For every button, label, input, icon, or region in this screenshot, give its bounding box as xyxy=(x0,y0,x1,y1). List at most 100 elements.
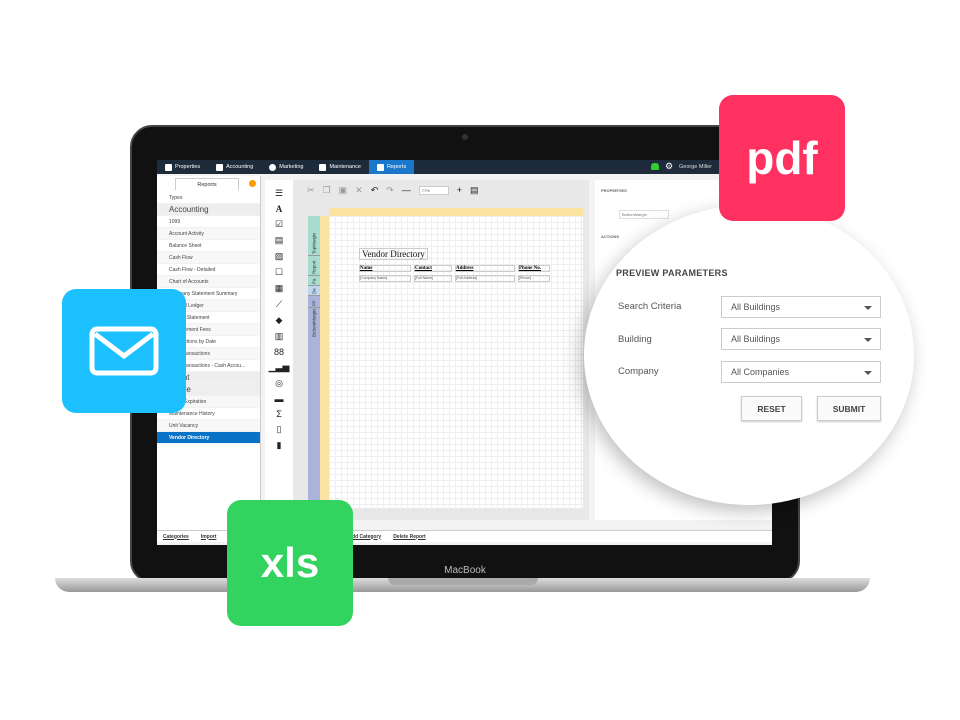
nav-marketing[interactable]: Marketing xyxy=(261,160,311,174)
data-field[interactable]: [Full Address] xyxy=(455,275,515,282)
undo-icon[interactable]: ↶ xyxy=(371,185,379,196)
band-page-footer[interactable]: PF xyxy=(308,296,320,308)
report-category[interactable]: Accounting xyxy=(157,204,260,216)
shape-tool-icon[interactable]: ◆ xyxy=(276,315,283,326)
report-designer: ☰ A ☑ ▤ ▨ ☐ ▦ ⟋ ◆ ▥ 88 ▁▃▅ ◎ ▬ Σ ▯ ▮ ✂ ❐… xyxy=(265,180,589,520)
digits-tool-icon[interactable]: 88 xyxy=(274,347,284,357)
email-export-badge[interactable] xyxy=(62,289,186,413)
nav-maintenance[interactable]: Maintenance xyxy=(311,160,369,174)
delete-report-link[interactable]: Delete Report xyxy=(393,534,426,540)
report-list-item[interactable]: Account Activity xyxy=(157,228,260,240)
band-page-header[interactable]: Pa xyxy=(308,276,320,286)
gauge-tool-icon[interactable]: ◎ xyxy=(275,378,283,389)
select-value: All Buildings xyxy=(731,302,781,312)
categories-link[interactable]: Categories xyxy=(163,534,189,540)
add-category-link[interactable]: Add Category xyxy=(348,534,381,540)
chevron-down-icon xyxy=(864,306,872,310)
label-tool-icon[interactable]: A xyxy=(276,204,283,214)
column-header[interactable]: Contact xyxy=(414,265,452,272)
band-report-header[interactable]: Report xyxy=(308,256,320,276)
band-labels: TopMargin Report Pa De PF BottomMargin xyxy=(308,216,320,520)
redo-icon[interactable]: ↷ xyxy=(386,185,394,196)
laptop-brand: MacBook xyxy=(444,565,486,576)
building-select[interactable]: All Buildings xyxy=(721,328,881,350)
picture-tool-icon[interactable]: ▨ xyxy=(275,251,284,262)
pdf-export-badge[interactable]: pdf xyxy=(719,95,845,221)
nav-reports[interactable]: Reports xyxy=(368,160,415,174)
report-list-item[interactable]: Vendor Directory xyxy=(157,432,260,444)
pdf-label: pdf xyxy=(746,132,818,184)
report-title[interactable]: Vendor Directory xyxy=(359,248,428,260)
sparkline-tool-icon[interactable]: ▬ xyxy=(275,394,284,404)
report-page[interactable]: Vendor Directory Name Contact Address Ph… xyxy=(329,216,583,508)
chart-tool-icon[interactable]: ▁▃▅ xyxy=(269,362,290,373)
report-list-item[interactable]: Chart of Accounts xyxy=(157,276,260,288)
selected-element-field[interactable]: BottomMargin xyxy=(619,210,669,219)
tools-icon xyxy=(319,163,327,171)
data-field[interactable]: [Phone] xyxy=(518,275,550,282)
import-link[interactable]: Import xyxy=(201,534,217,540)
data-field[interactable]: [Company Name] xyxy=(359,275,411,282)
globe-icon xyxy=(269,163,277,171)
laptop-notch xyxy=(388,578,538,585)
nav-label: Properties xyxy=(175,164,201,170)
table-tool-icon[interactable]: ▦ xyxy=(275,283,284,294)
zoom-select[interactable]: 77% xyxy=(418,185,449,195)
designer-toolbar: ✂ ❐ ▣ ✕ ↶ ↷ — 77% + ▤ xyxy=(297,180,589,200)
report-list-item[interactable]: Unit Vacancy xyxy=(157,420,260,432)
gear-icon[interactable]: ⚙ xyxy=(665,162,673,171)
column-header[interactable]: Address xyxy=(455,265,515,272)
richtext-tool-icon[interactable]: ▤ xyxy=(275,235,284,246)
column-header[interactable]: Phone No. xyxy=(518,265,550,272)
horizontal-ruler xyxy=(329,208,583,216)
checkbox-tool-icon[interactable]: ☑ xyxy=(275,219,283,230)
submit-button[interactable]: SUBMIT xyxy=(817,396,881,421)
select-value: All Buildings xyxy=(731,334,781,344)
report-list-item[interactable]: Cash Flow - Detailed xyxy=(157,264,260,276)
band-bottom-margin[interactable]: BottomMargin xyxy=(308,308,320,520)
magnifier-lens xyxy=(584,205,914,505)
zoom-in-icon[interactable]: + xyxy=(457,185,462,195)
nav-properties[interactable]: Properties xyxy=(157,160,208,174)
xls-label: xls xyxy=(260,539,320,586)
zoom-out-icon[interactable]: — xyxy=(402,185,411,195)
notification-icon[interactable] xyxy=(651,163,659,170)
preview-icon[interactable]: ▤ xyxy=(470,185,479,196)
line-tool-icon[interactable]: ⟋ xyxy=(276,299,282,310)
nav-label: Accounting xyxy=(226,164,254,170)
nav-accounting[interactable]: Accounting xyxy=(208,160,261,174)
band-detail[interactable]: De xyxy=(308,286,320,296)
report-list-item[interactable]: Cash Flow xyxy=(157,252,260,264)
paste-icon[interactable]: ▣ xyxy=(339,185,348,196)
clipboard-tool-icon[interactable]: ▯ xyxy=(277,424,282,435)
toolbox: ☰ A ☑ ▤ ▨ ☐ ▦ ⟋ ◆ ▥ 88 ▁▃▅ ◎ ▬ Σ ▯ ▮ xyxy=(265,180,293,520)
chevron-down-icon xyxy=(864,338,872,342)
cut-icon[interactable]: ✂ xyxy=(307,185,315,196)
search-criteria-select[interactable]: All Buildings xyxy=(721,296,881,318)
tab-reports[interactable]: Reports xyxy=(175,178,239,190)
data-field[interactable]: [Full Name] xyxy=(414,275,452,282)
properties-label: PROPERTIES xyxy=(601,188,627,193)
actions-label[interactable]: ACTIONS xyxy=(601,234,619,239)
copy-icon[interactable]: ❐ xyxy=(323,185,331,196)
company-label: Company xyxy=(618,366,659,377)
user-name[interactable]: George Miller xyxy=(679,164,712,170)
add-report-button[interactable] xyxy=(249,180,256,187)
preview-parameters-title: PREVIEW PARAMETERS xyxy=(616,268,728,278)
report-list-item[interactable]: Balance Sheet xyxy=(157,240,260,252)
menu-icon[interactable]: ☰ xyxy=(275,188,283,199)
reset-button[interactable]: RESET xyxy=(741,396,802,421)
panel-tool-icon[interactable]: ☐ xyxy=(275,267,283,278)
report-list-item[interactable]: 1099 xyxy=(157,216,260,228)
xls-export-badge[interactable]: xls xyxy=(227,500,353,626)
column-header[interactable]: Name xyxy=(359,265,411,272)
delete-icon[interactable]: ✕ xyxy=(355,185,363,196)
sum-tool-icon[interactable]: Σ xyxy=(276,409,282,419)
band-top-margin[interactable]: TopMargin xyxy=(308,216,320,256)
report-list-item[interactable]: Types xyxy=(157,192,260,204)
select-value: All Companies xyxy=(731,367,790,377)
company-select[interactable]: All Companies xyxy=(721,361,881,383)
calculator-icon xyxy=(216,163,224,171)
info-tool-icon[interactable]: ▮ xyxy=(277,440,282,451)
barcode-tool-icon[interactable]: ▥ xyxy=(275,331,284,342)
